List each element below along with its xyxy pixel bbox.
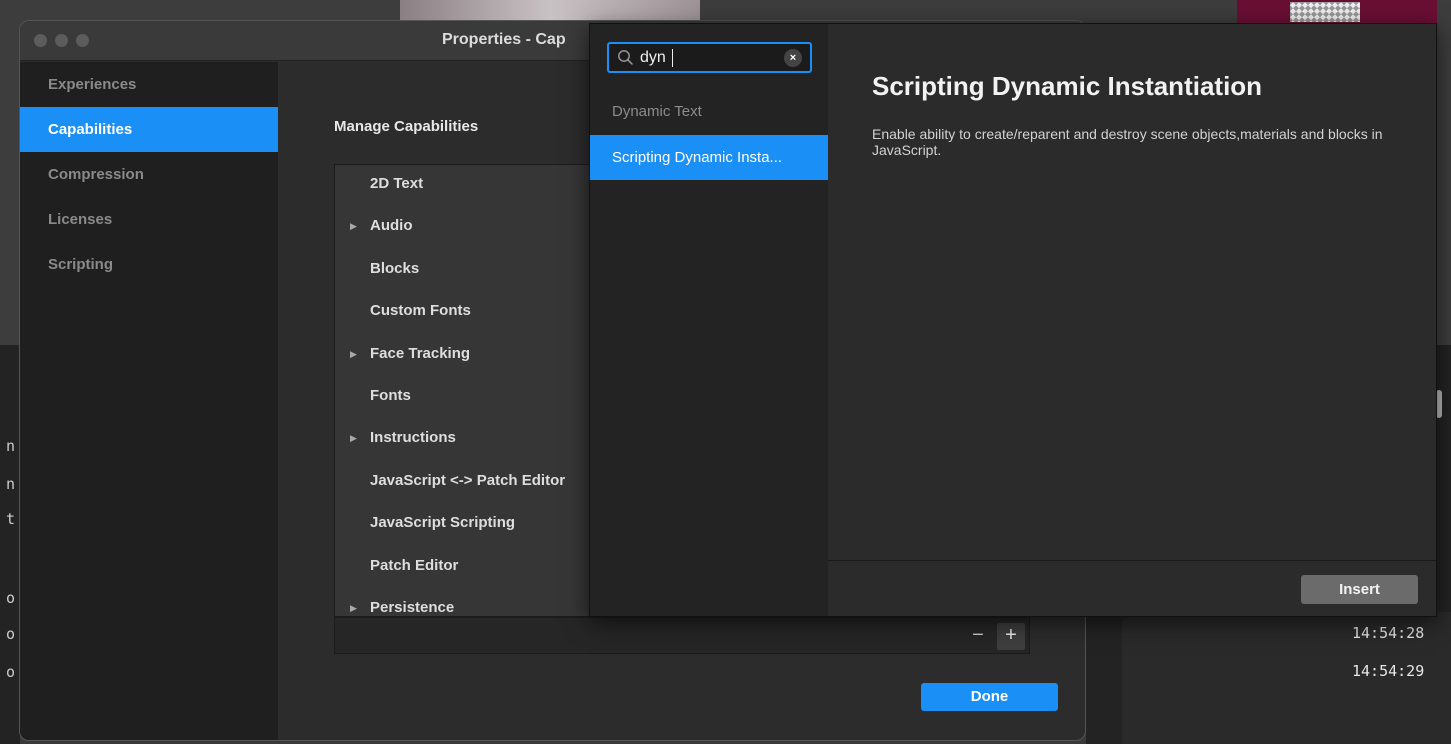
console-glyph: n <box>6 475 16 493</box>
transparency-checker <box>1290 2 1360 22</box>
capability-label: Blocks <box>370 259 420 277</box>
background-console-left: n n t o o o <box>0 345 20 744</box>
window-controls <box>34 34 89 47</box>
console-glyph: o <box>6 625 16 643</box>
sidebar-item-experiences[interactable]: Experiences <box>20 62 278 107</box>
capability-label: Custom Fonts <box>370 302 471 320</box>
clear-search-icon[interactable]: × <box>784 49 802 67</box>
search-result-item[interactable]: Dynamic Text <box>590 89 828 134</box>
log-timestamp: 14:54:28 <box>1352 624 1425 642</box>
insert-button[interactable]: Insert <box>1301 575 1418 604</box>
done-button[interactable]: Done <box>921 683 1058 711</box>
search-icon <box>618 50 633 65</box>
log-timestamp: 14:54:29 <box>1352 662 1425 680</box>
close-window-button[interactable] <box>34 34 47 47</box>
background-preview-image <box>400 0 700 22</box>
section-title: Manage Capabilities <box>334 118 479 135</box>
search-field[interactable]: × <box>607 42 812 73</box>
search-result-item-selected[interactable]: Scripting Dynamic Insta... <box>590 135 828 180</box>
search-input[interactable] <box>640 47 780 69</box>
capability-label: Audio <box>370 217 413 235</box>
detail-title: Scripting Dynamic Instantiation <box>872 71 1263 101</box>
capability-label: Face Tracking <box>370 344 471 362</box>
minimize-window-button[interactable] <box>55 34 68 47</box>
disclosure-triangle-icon[interactable]: ▶ <box>350 207 357 245</box>
capability-detail-pane: Scripting Dynamic Instantiation Enable a… <box>828 24 1436 616</box>
console-glyph: o <box>6 663 16 681</box>
detail-description: Enable ability to create/reparent and de… <box>872 126 1383 158</box>
sidebar-item-licenses[interactable]: Licenses <box>20 197 278 242</box>
sidebar-item-capabilities[interactable]: Capabilities <box>20 107 278 152</box>
list-footer: − + <box>334 617 1030 654</box>
sidebar-item-scripting[interactable]: Scripting <box>20 242 278 287</box>
properties-sidebar: Experiences Capabilities Compression Lic… <box>20 62 278 740</box>
popover-footer: Insert <box>828 560 1436 616</box>
zoom-window-button[interactable] <box>76 34 89 47</box>
capability-label: Fonts <box>370 386 411 404</box>
disclosure-triangle-icon[interactable]: ▶ <box>350 419 357 457</box>
window-title: Properties - Cap <box>442 31 566 48</box>
console-glyph: o <box>6 589 16 607</box>
capability-label: Instructions <box>370 429 456 447</box>
console-glyph: t <box>6 510 16 528</box>
disclosure-triangle-icon[interactable]: ▶ <box>350 335 357 373</box>
add-capability-popover: × Dynamic Text Scripting Dynamic Insta..… <box>589 23 1437 617</box>
capability-label: Persistence <box>370 598 455 616</box>
remove-capability-button[interactable]: − <box>964 623 992 650</box>
search-results-pane: × Dynamic Text Scripting Dynamic Insta..… <box>590 24 828 616</box>
console-glyph: n <box>6 437 16 455</box>
capability-label: JavaScript <-> Patch Editor <box>370 471 566 489</box>
sidebar-item-compression[interactable]: Compression <box>20 152 278 197</box>
disclosure-triangle-icon[interactable]: ▶ <box>350 589 357 616</box>
capability-label: 2D Text <box>370 175 424 192</box>
capability-label: Patch Editor <box>370 556 459 574</box>
capability-label: JavaScript Scripting <box>370 514 516 532</box>
add-capability-button[interactable]: + <box>997 623 1025 650</box>
text-caret <box>672 49 673 67</box>
